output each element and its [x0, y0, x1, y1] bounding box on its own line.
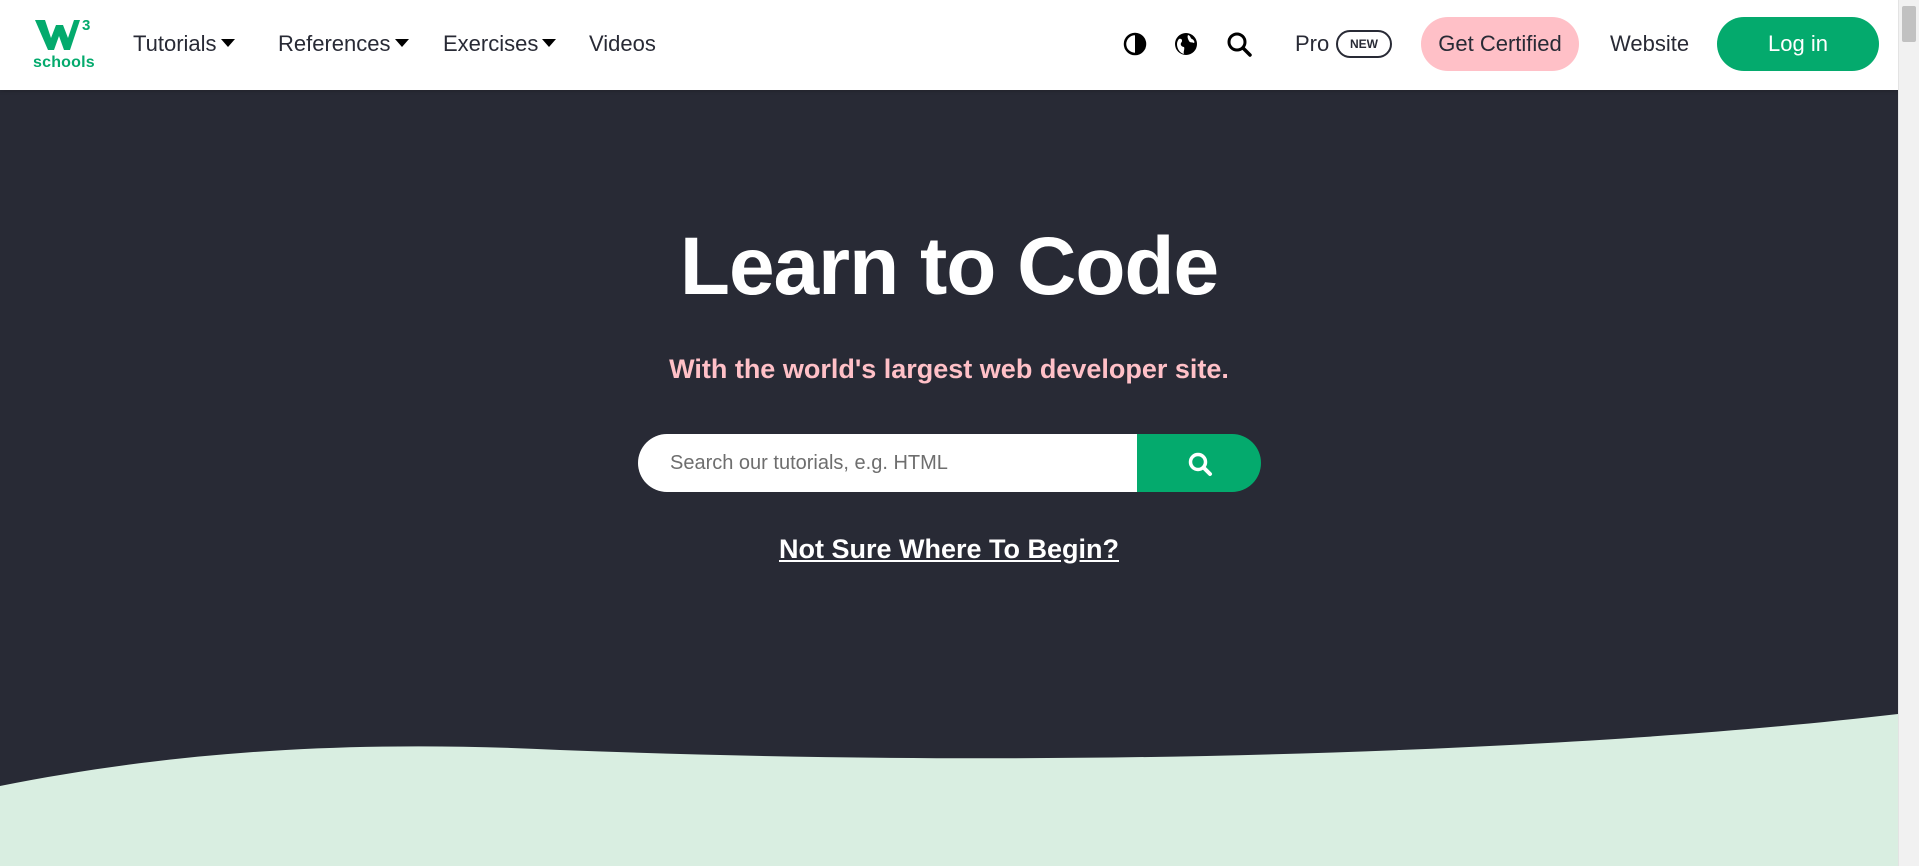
nav-exercises[interactable]: Exercises [443, 30, 557, 58]
nav-references-label: References [278, 31, 391, 56]
hero-subtitle: With the world's largest web developer s… [669, 354, 1229, 384]
not-sure-where-to-begin-link[interactable]: Not Sure Where To Begin? [0, 534, 1898, 565]
scrollbar-thumb[interactable] [1902, 6, 1916, 42]
login-button[interactable]: Log in [1717, 17, 1879, 71]
caret-down-icon [220, 39, 235, 48]
page: 3 schools Tutorials References Exercises… [0, 0, 1919, 866]
search-icon[interactable] [1225, 30, 1253, 58]
nav-tutorials[interactable]: Tutorials [133, 30, 235, 58]
pro-link[interactable]: Pro [1295, 30, 1329, 58]
nav-tutorials-label: Tutorials [133, 31, 217, 56]
nav-videos[interactable]: Videos [589, 30, 656, 58]
hero-search-button[interactable] [1137, 434, 1261, 492]
logo-text: schools [33, 54, 95, 71]
hero-search-box [638, 434, 1137, 492]
get-certified-button[interactable]: Get Certified [1421, 17, 1579, 71]
search-icon [1188, 452, 1212, 476]
globe-icon[interactable] [1172, 30, 1200, 58]
caret-down-icon [542, 39, 557, 48]
hero-section: Learn to Code With the world's largest w… [0, 90, 1898, 866]
hero-title: Learn to Code [679, 221, 1219, 312]
website-link[interactable]: Website [1610, 30, 1689, 58]
top-navigation-bar: 3 schools Tutorials References Exercises… [0, 0, 1898, 90]
new-badge: NEW [1336, 30, 1392, 58]
w3-logo-icon: 3 [35, 17, 90, 50]
tutorial-search-input[interactable] [638, 434, 1137, 492]
nav-videos-label: Videos [589, 31, 656, 56]
w3schools-logo[interactable]: 3 schools [33, 16, 95, 72]
logo-superscript: 3 [82, 17, 90, 34]
caret-down-icon [394, 39, 409, 48]
nav-exercises-label: Exercises [443, 31, 539, 56]
vertical-scrollbar[interactable] [1898, 0, 1919, 866]
contrast-icon[interactable] [1121, 30, 1149, 58]
nav-references[interactable]: References [278, 30, 409, 58]
